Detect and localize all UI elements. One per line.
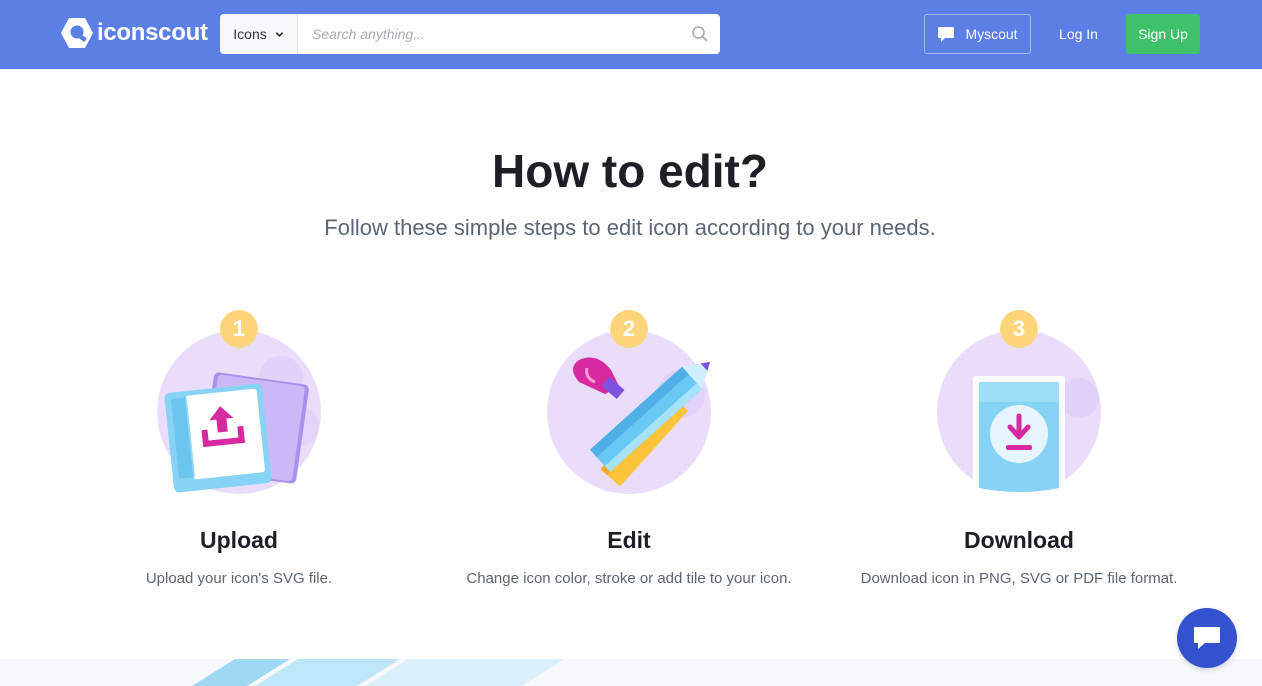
search-icon[interactable] <box>691 25 709 43</box>
step-number-badge: 2 <box>610 310 648 348</box>
step-number-badge: 3 <box>1000 310 1038 348</box>
logo-text: iconscout <box>97 19 208 46</box>
step-description: Download icon in PNG, SVG or PDF file fo… <box>860 570 1178 587</box>
step-title: Download <box>964 527 1074 553</box>
step-title: Upload <box>200 527 278 553</box>
chat-icon <box>1194 627 1220 649</box>
next-section-band <box>0 659 1262 686</box>
decorative-stripes <box>192 659 565 686</box>
page-subtitle: Follow these simple steps to edit icon a… <box>324 215 936 240</box>
upload-illustration: 1 <box>149 308 329 498</box>
step-edit: 2 Edit Change icon color, stroke or add … <box>439 308 819 587</box>
step-download: 3 Download Download icon in PNG, SVG or … <box>829 308 1209 587</box>
chevron-down-icon <box>275 31 283 37</box>
chat-bubble-icon <box>938 26 955 42</box>
step-title: Edit <box>607 527 651 553</box>
step-description: Upload your icon's SVG file. <box>145 570 333 587</box>
myscout-button[interactable]: Myscout <box>924 14 1031 54</box>
signup-button[interactable]: Sign Up <box>1126 14 1200 54</box>
search-bar: Icons <box>220 14 720 54</box>
myscout-label: Myscout <box>965 26 1018 42</box>
iconscout-logo[interactable]: iconscout <box>60 17 208 49</box>
logo-mark-icon <box>61 18 93 48</box>
step-description: Change icon color, stroke or add tile to… <box>466 570 792 587</box>
edit-illustration: 2 <box>539 308 719 498</box>
download-illustration: 3 <box>929 308 1109 498</box>
step-upload: 1 Upload Upload your icon's SVG file. <box>49 308 429 587</box>
search-type-label: Icons <box>233 26 267 42</box>
step-number-badge: 1 <box>220 310 258 348</box>
login-button[interactable]: Log In <box>1045 14 1112 54</box>
search-input[interactable] <box>298 14 691 54</box>
top-navbar: iconscout Icons Myscout Log In Sign Up <box>0 0 1262 69</box>
search-type-dropdown[interactable]: Icons <box>220 14 298 54</box>
page-title: How to edit? <box>492 145 768 197</box>
chat-support-button[interactable] <box>1177 608 1237 668</box>
